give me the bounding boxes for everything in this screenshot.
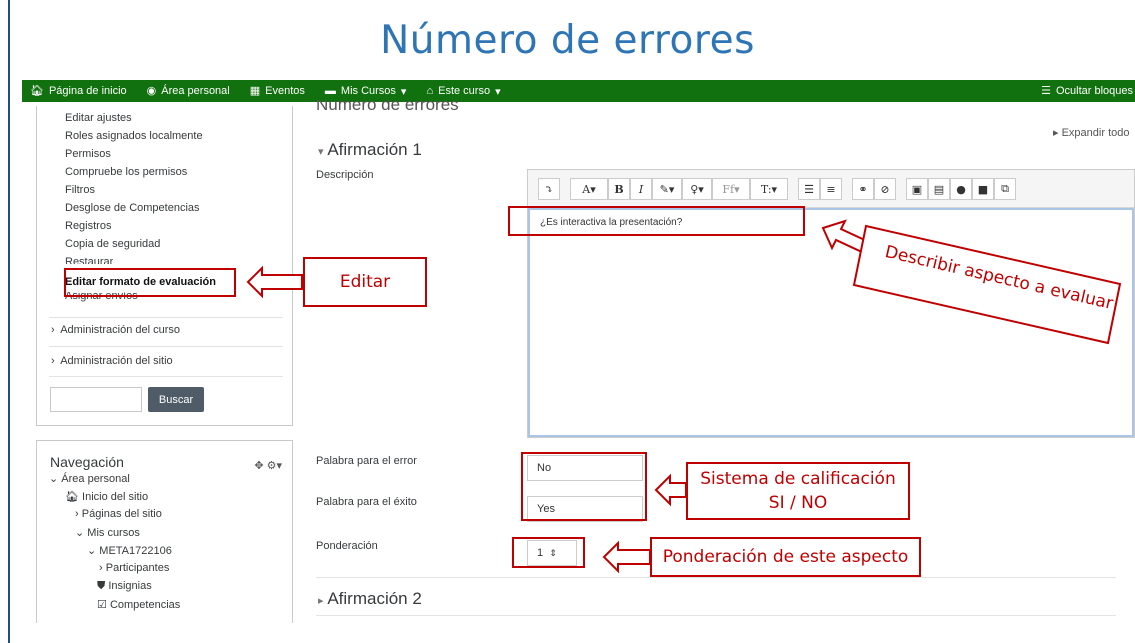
annotation-weight: Ponderación de este aspecto	[650, 537, 921, 577]
arrow-weight	[602, 540, 651, 574]
annotation-edit: Editar	[303, 257, 427, 307]
arrow-edit	[246, 265, 303, 299]
annotation-grading: Sistema de calificación SI / NO	[686, 462, 910, 520]
annotation-arrows	[246, 219, 1122, 574]
annotation-grading-line2: SI / NO	[768, 493, 828, 513]
annotation-grading-line1: Sistema de calificación	[700, 469, 896, 489]
arrow-grading	[654, 473, 687, 507]
